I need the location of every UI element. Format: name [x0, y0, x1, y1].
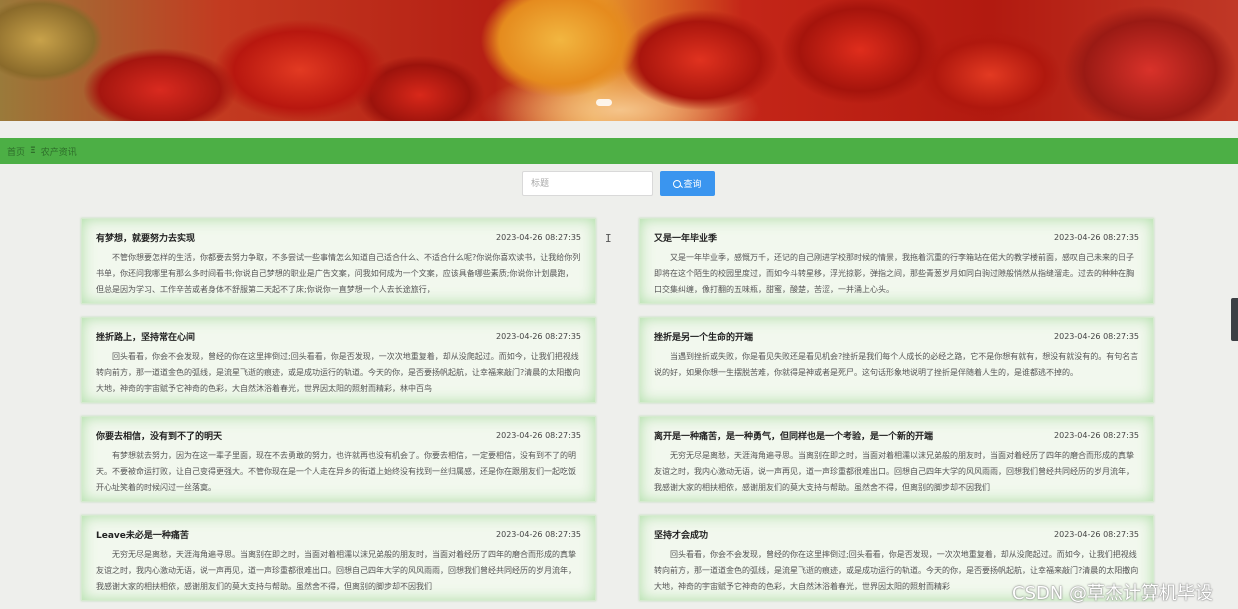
article-card[interactable]: Leave未必是一种痛苦 2023-04-26 08:27:35 无穷无尽是离愁…	[81, 515, 596, 601]
search-button[interactable]: 查询	[660, 171, 715, 196]
article-date: 2023-04-26 08:27:35	[1054, 232, 1139, 242]
search-icon	[673, 179, 682, 188]
article-date: 2023-04-26 08:27:35	[496, 529, 581, 539]
article-title[interactable]: 挫折路上，坚持常在心间	[96, 330, 195, 343]
article-card[interactable]: 你要去相信，没有到不了的明天 2023-04-26 08:27:35 有梦想就去…	[81, 416, 596, 502]
breadcrumb-separator: Ξ	[30, 146, 36, 156]
article-summary: 无穷无尽是离愁，天涯海角遍寻思。当离别在即之时，当面对着相濡以沫兄弟般的朋友时，…	[96, 550, 576, 591]
article-summary: 无穷无尽是离愁，天涯海角遍寻思。当离别在即之时，当面对着相濡以沫兄弟般的朋友时，…	[654, 451, 1134, 492]
article-date: 2023-04-26 08:27:35	[1054, 430, 1139, 440]
article-title[interactable]: 挫折是另一个生命的开端	[654, 330, 753, 343]
breadcrumb-home-link[interactable]: 首页	[7, 145, 25, 158]
article-card[interactable]: 挫折路上，坚持常在心间 2023-04-26 08:27:35 回头看看，你会不…	[81, 317, 596, 403]
article-title[interactable]: 你要去相信，没有到不了的明天	[96, 429, 222, 442]
article-date: 2023-04-26 08:27:35	[496, 430, 581, 440]
article-date: 2023-04-26 08:27:35	[1054, 529, 1139, 539]
article-card[interactable]: 有梦想，就要努力去实现 2023-04-26 08:27:35 不管你想要怎样的…	[81, 218, 596, 304]
article-summary: 有梦想就去努力，因为在这一辈子里面，现在不去勇敢的努力，也许就再也没有机会了。你…	[96, 451, 576, 492]
article-title[interactable]: Leave未必是一种痛苦	[96, 528, 189, 541]
article-summary: 回头看看，你会不会发现，曾经的你在这里摔倒过;回头看看，你是否发现，一次次地重复…	[96, 352, 581, 393]
article-title[interactable]: 又是一年毕业季	[654, 231, 717, 244]
article-card[interactable]: 离开是一种痛苦，是一种勇气，但同样也是一个考验，是一个新的开端 2023-04-…	[639, 416, 1154, 502]
article-summary: 当遇到挫折或失败，你是看见失败还是看见机会?挫折是我们每个人成长的必经之路，它不…	[654, 352, 1139, 377]
article-date: 2023-04-26 08:27:35	[496, 331, 581, 341]
article-card[interactable]: 又是一年毕业季 2023-04-26 08:27:35 又是一年毕业季，感慨万千…	[639, 218, 1154, 304]
side-panel-handle[interactable]	[1231, 298, 1238, 341]
article-title[interactable]: 离开是一种痛苦，是一种勇气，但同样也是一个考验，是一个新的开端	[654, 429, 933, 442]
breadcrumb-current: 农产资讯	[40, 147, 77, 158]
article-summary: 不管你想要怎样的生活，你都要去努力争取，不多尝试一些事情怎么知道自己适合什么、不…	[96, 253, 581, 294]
watermark: CSDN @草杰计算机毕设	[1012, 583, 1214, 604]
article-card[interactable]: 挫折是另一个生命的开端 2023-04-26 08:27:35 当遇到挫折或失败…	[639, 317, 1154, 403]
breadcrumb: 首页 Ξ 农产资讯	[0, 138, 1238, 164]
search-title-input[interactable]	[522, 171, 653, 196]
text-cursor-icon: I	[605, 232, 612, 245]
article-date: 2023-04-26 08:27:35	[1054, 331, 1139, 341]
search-button-label: 查询	[683, 180, 702, 190]
article-title[interactable]: 坚持才会成功	[654, 528, 708, 541]
banner-carousel[interactable]	[0, 0, 1238, 121]
article-date: 2023-04-26 08:27:35	[496, 232, 581, 242]
article-summary: 又是一年毕业季，感慨万千，还记的自己刚进学校那时候的情景，我拖着沉重的行李箱站在…	[654, 253, 1134, 294]
carousel-indicator[interactable]	[596, 99, 612, 106]
article-title[interactable]: 有梦想，就要努力去实现	[96, 231, 195, 244]
